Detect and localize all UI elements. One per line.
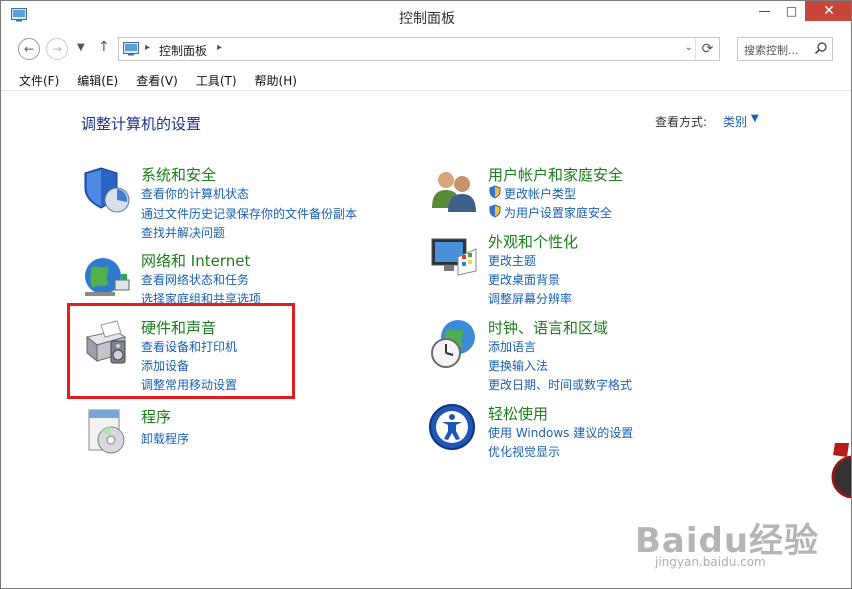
search-icon[interactable] (814, 41, 828, 55)
clock-globe-icon[interactable] (428, 317, 480, 369)
category-title-programs[interactable]: 程序 (141, 406, 171, 427)
menu-view[interactable]: 查看(V) (136, 69, 178, 90)
breadcrumb[interactable]: 控制面板 (159, 42, 207, 59)
view-by-label: 查看方式: (655, 115, 708, 129)
title-bar: 控制面板 — □ ✕ (1, 1, 851, 31)
programs-disc-icon[interactable] (81, 406, 133, 458)
ease-of-access-icon[interactable] (428, 403, 480, 455)
watermark-url: jingyan.baidu.com (655, 555, 766, 569)
page-title: 调整计算机的设置 (81, 115, 202, 133)
category-title-clock[interactable]: 时钟、语言和区域 (488, 317, 608, 338)
close-button[interactable]: ✕ (805, 1, 851, 21)
category-title-accounts[interactable]: 用户帐户和家庭安全 (488, 164, 623, 185)
network-globe-icon[interactable] (81, 250, 133, 302)
maximize-button[interactable]: □ (778, 1, 805, 21)
security-shield-icon[interactable] (81, 164, 133, 216)
link-network-status[interactable]: 查看网络状态和任务 (141, 271, 249, 288)
link-troubleshoot[interactable]: 查找并解决问题 (141, 224, 225, 241)
view-by-chevron-icon[interactable]: ▼ (751, 113, 759, 124)
category-title-appearance[interactable]: 外观和个性化 (488, 231, 578, 252)
link-file-history[interactable]: 通过文件历史记录保存你的文件备份副本 (141, 205, 357, 222)
link-change-input-method[interactable]: 更换输入法 (488, 357, 548, 374)
link-change-theme[interactable]: 更改主题 (488, 252, 536, 269)
category-appearance: 外观和个性化 更改主题 更改桌面背景 调整屏幕分辨率 (428, 231, 758, 311)
link-desktop-background[interactable]: 更改桌面背景 (488, 271, 560, 288)
link-date-time-format[interactable]: 更改日期、时间或数字格式 (488, 376, 632, 393)
link-family-safety[interactable]: 为用户设置家庭安全 (504, 204, 612, 221)
link-optimize-display[interactable]: 优化视觉显示 (488, 443, 560, 460)
highlight-annotation (67, 303, 295, 399)
link-add-language[interactable]: 添加语言 (488, 338, 536, 355)
category-title-system[interactable]: 系统和安全 (141, 164, 216, 185)
display-palette-icon[interactable] (428, 231, 480, 283)
recent-pages-chevron-icon[interactable]: ▼ (77, 42, 85, 53)
uac-shield-icon (489, 185, 501, 199)
menu-help[interactable]: 帮助(H) (255, 69, 297, 90)
menu-edit[interactable]: 编辑(E) (77, 69, 118, 90)
menu-bar: 文件(F) 编辑(E) 查看(V) 工具(T) 帮助(H) (1, 69, 851, 91)
floating-widget-icon (831, 443, 851, 499)
caption-buttons: — □ ✕ (751, 1, 851, 23)
link-screen-resolution[interactable]: 调整屏幕分辨率 (488, 290, 572, 307)
address-history-chevron-icon[interactable]: ⌄ (685, 42, 693, 53)
search-input[interactable]: 搜索控制... (744, 42, 799, 58)
breadcrumb-separator-icon[interactable]: ▸ (217, 42, 222, 53)
users-icon[interactable] (428, 164, 480, 216)
view-by-dropdown[interactable]: 类别 (723, 113, 747, 130)
category-system-security: 系统和安全 查看你的计算机状态 通过文件历史记录保存你的文件备份副本 查找并解决… (81, 164, 401, 244)
link-check-computer-status[interactable]: 查看你的计算机状态 (141, 185, 249, 202)
control-panel-icon (123, 42, 139, 56)
up-arrow-icon[interactable]: ↑ (98, 39, 110, 55)
forward-arrow-icon[interactable]: → (46, 38, 68, 60)
category-ease-of-access: 轻松使用 使用 Windows 建议的设置 优化视觉显示 (428, 403, 758, 463)
back-arrow-icon[interactable]: ← (18, 38, 40, 60)
menu-file[interactable]: 文件(F) (19, 69, 59, 90)
minimize-button[interactable]: — (751, 1, 778, 21)
link-uninstall-program[interactable]: 卸载程序 (141, 430, 189, 447)
menu-tools[interactable]: 工具(T) (196, 69, 237, 90)
category-programs: 程序 卸载程序 (81, 406, 401, 456)
search-box[interactable]: 搜索控制... (737, 37, 833, 61)
uac-shield-icon (489, 204, 501, 218)
refresh-icon[interactable]: ⟳ (695, 38, 719, 60)
address-bar[interactable]: ▸ 控制面板 ▸ ⌄ ⟳ (118, 37, 720, 61)
breadcrumb-separator-icon[interactable]: ▸ (145, 42, 150, 53)
category-title-ease[interactable]: 轻松使用 (488, 403, 548, 424)
category-user-accounts: 用户帐户和家庭安全 更改帐户类型 为用户设置家庭安全 (428, 164, 758, 224)
link-windows-recommended-settings[interactable]: 使用 Windows 建议的设置 (488, 424, 633, 441)
control-panel-window: 控制面板 — □ ✕ ← → ▼ ↑ ▸ 控制面板 ▸ ⌄ ⟳ 搜索控制... (0, 0, 852, 589)
window-title: 控制面板 (399, 11, 455, 27)
navigation-bar: ← → ▼ ↑ ▸ 控制面板 ▸ ⌄ ⟳ 搜索控制... (1, 35, 851, 63)
link-change-account-type[interactable]: 更改帐户类型 (504, 185, 576, 202)
category-network-internet: 网络和 Internet 查看网络状态和任务 选择家庭组和共享选项 (81, 250, 401, 310)
category-clock-language-region: 时钟、语言和区域 添加语言 更换输入法 更改日期、时间或数字格式 (428, 317, 758, 397)
category-title-network[interactable]: 网络和 Internet (141, 250, 250, 271)
